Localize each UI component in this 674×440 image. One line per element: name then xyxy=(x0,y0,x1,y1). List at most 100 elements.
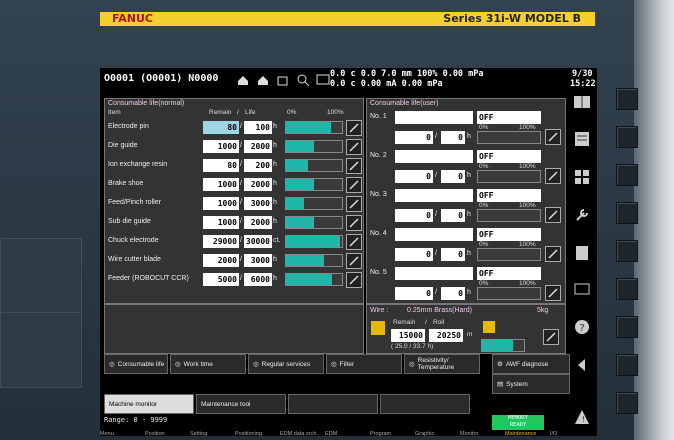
undo-icon[interactable] xyxy=(235,72,251,88)
soft-key-5[interactable] xyxy=(616,240,638,262)
user-life-field[interactable]: 0 xyxy=(441,170,465,183)
tab-stopwatch[interactable]: ◎ Work time xyxy=(170,354,246,374)
tab-filter[interactable]: ◎ Filter xyxy=(326,354,402,374)
edit-button[interactable] xyxy=(346,234,362,250)
life-field[interactable]: 3000 xyxy=(244,254,272,267)
wire-edit-button[interactable] xyxy=(543,329,559,345)
life-field[interactable]: 2000 xyxy=(244,140,272,153)
menu-item[interactable]: Maintenance xyxy=(505,431,537,436)
menu-item[interactable]: Monitor xyxy=(460,431,478,436)
tab-wrench[interactable]: ◎ Regular services xyxy=(248,354,324,374)
tab-maintenance-tool[interactable]: Maintenance tool xyxy=(196,394,286,414)
menu-item[interactable]: Position xyxy=(145,431,165,436)
life-field[interactable]: 100 xyxy=(244,121,272,134)
user-name-field[interactable] xyxy=(395,111,473,124)
user-edit-button[interactable] xyxy=(545,207,561,223)
soft-key-3[interactable] xyxy=(616,164,638,186)
user-state-field[interactable]: OFF xyxy=(477,267,541,280)
grid-icon[interactable] xyxy=(572,168,592,186)
soft-key-7[interactable] xyxy=(616,316,638,338)
help-icon[interactable]: ? xyxy=(572,318,592,336)
edit-button[interactable] xyxy=(346,253,362,269)
edit-button[interactable] xyxy=(346,272,362,288)
search-icon[interactable] xyxy=(295,72,311,88)
user-state-field[interactable]: OFF xyxy=(477,189,541,202)
soft-key-8[interactable] xyxy=(616,354,638,376)
wrench-icon[interactable] xyxy=(572,206,592,224)
tab-awf-diagnose[interactable]: ⚙ AWF diagnose xyxy=(492,354,570,374)
edit-button[interactable] xyxy=(346,120,362,136)
menu-item[interactable]: Setting xyxy=(190,431,207,436)
user-edit-button[interactable] xyxy=(545,168,561,184)
tab-machine-monitor[interactable]: Machine monitor xyxy=(104,394,194,414)
remain-field[interactable]: 1000 xyxy=(203,216,239,229)
edit-button[interactable] xyxy=(346,215,362,231)
io-icon[interactable] xyxy=(572,280,592,298)
book-icon[interactable] xyxy=(572,94,592,110)
soft-key-4[interactable] xyxy=(616,202,638,224)
user-edit-button[interactable] xyxy=(545,285,561,301)
menu-item[interactable]: Menu xyxy=(100,431,114,436)
user-name-field[interactable] xyxy=(395,189,473,202)
user-remain-field[interactable]: 0 xyxy=(395,248,433,261)
user-remain-field[interactable]: 0 xyxy=(395,209,433,222)
calculator-icon[interactable] xyxy=(572,244,592,262)
life-field[interactable]: 2000 xyxy=(244,178,272,191)
user-remain-field[interactable]: 0 xyxy=(395,131,433,144)
soft-key-9[interactable] xyxy=(616,392,638,414)
edit-button[interactable] xyxy=(346,177,362,193)
user-state-field[interactable]: OFF xyxy=(477,228,541,241)
remain-field[interactable]: 5000 xyxy=(203,273,239,286)
redo-icon[interactable] xyxy=(255,72,271,88)
soft-key-2[interactable] xyxy=(616,126,638,148)
soft-key-6[interactable] xyxy=(616,278,638,300)
tab-system[interactable]: ▤ System xyxy=(492,374,570,394)
list-icon[interactable] xyxy=(572,130,592,148)
user-remain-field[interactable]: 0 xyxy=(395,170,433,183)
remain-field[interactable]: 80 xyxy=(203,159,239,172)
wire-roll-field[interactable]: 20250 xyxy=(429,329,463,342)
user-name-field[interactable] xyxy=(395,150,473,163)
menu-item[interactable]: EDM data srch. xyxy=(280,431,318,436)
life-field[interactable]: 30000 xyxy=(244,235,272,248)
user-remain-field[interactable]: 0 xyxy=(395,287,433,300)
user-name-field[interactable] xyxy=(395,228,473,241)
menu-item[interactable]: Program xyxy=(370,431,391,436)
remain-field[interactable]: 80 xyxy=(203,121,239,134)
menu-item[interactable]: EDM xyxy=(325,431,337,436)
user-state-field[interactable]: OFF xyxy=(477,150,541,163)
user-name-field[interactable] xyxy=(395,267,473,280)
remain-field[interactable]: 1000 xyxy=(203,197,239,210)
edit-button[interactable] xyxy=(346,139,362,155)
tab-lifebuoy[interactable]: ◎ Consumable life xyxy=(104,354,168,374)
user-edit-button[interactable] xyxy=(545,246,561,262)
remain-field[interactable]: 1000 xyxy=(203,178,239,191)
menu-item[interactable]: Graphic xyxy=(415,431,434,436)
life-field[interactable]: 6000 xyxy=(244,273,272,286)
user-life-field[interactable]: 0 xyxy=(441,248,465,261)
workpiece-icon[interactable] xyxy=(275,72,291,88)
user-life-field[interactable]: 0 xyxy=(441,131,465,144)
user-edit-button[interactable] xyxy=(545,129,561,145)
user-life-field[interactable]: 0 xyxy=(441,287,465,300)
tab-thermometer[interactable]: ◎ Resistivity/ Temperature xyxy=(404,354,480,374)
monitor-icon[interactable] xyxy=(315,72,331,88)
edit-button[interactable] xyxy=(346,158,362,174)
life-field[interactable]: 2000 xyxy=(244,216,272,229)
remain-field[interactable]: 29000 xyxy=(203,235,239,248)
life-field[interactable]: 200 xyxy=(244,159,272,172)
back-icon[interactable] xyxy=(572,356,592,374)
remain-field[interactable]: 2000 xyxy=(203,254,239,267)
soft-key-1[interactable] xyxy=(616,88,638,110)
user-state-field[interactable]: OFF xyxy=(477,111,541,124)
life-field[interactable]: 3000 xyxy=(244,197,272,210)
tab-empty-1[interactable] xyxy=(288,394,378,414)
remain-field[interactable]: 1000 xyxy=(203,140,239,153)
menu-item[interactable]: Positioning xyxy=(235,431,262,436)
user-life-field[interactable]: 0 xyxy=(441,209,465,222)
alarm-icon[interactable]: ! xyxy=(572,408,592,426)
tab-empty-2[interactable] xyxy=(380,394,470,414)
edit-button[interactable] xyxy=(346,196,362,212)
wire-remain-field[interactable]: 15000 xyxy=(391,329,425,342)
menu-item[interactable]: I/O xyxy=(550,431,557,436)
